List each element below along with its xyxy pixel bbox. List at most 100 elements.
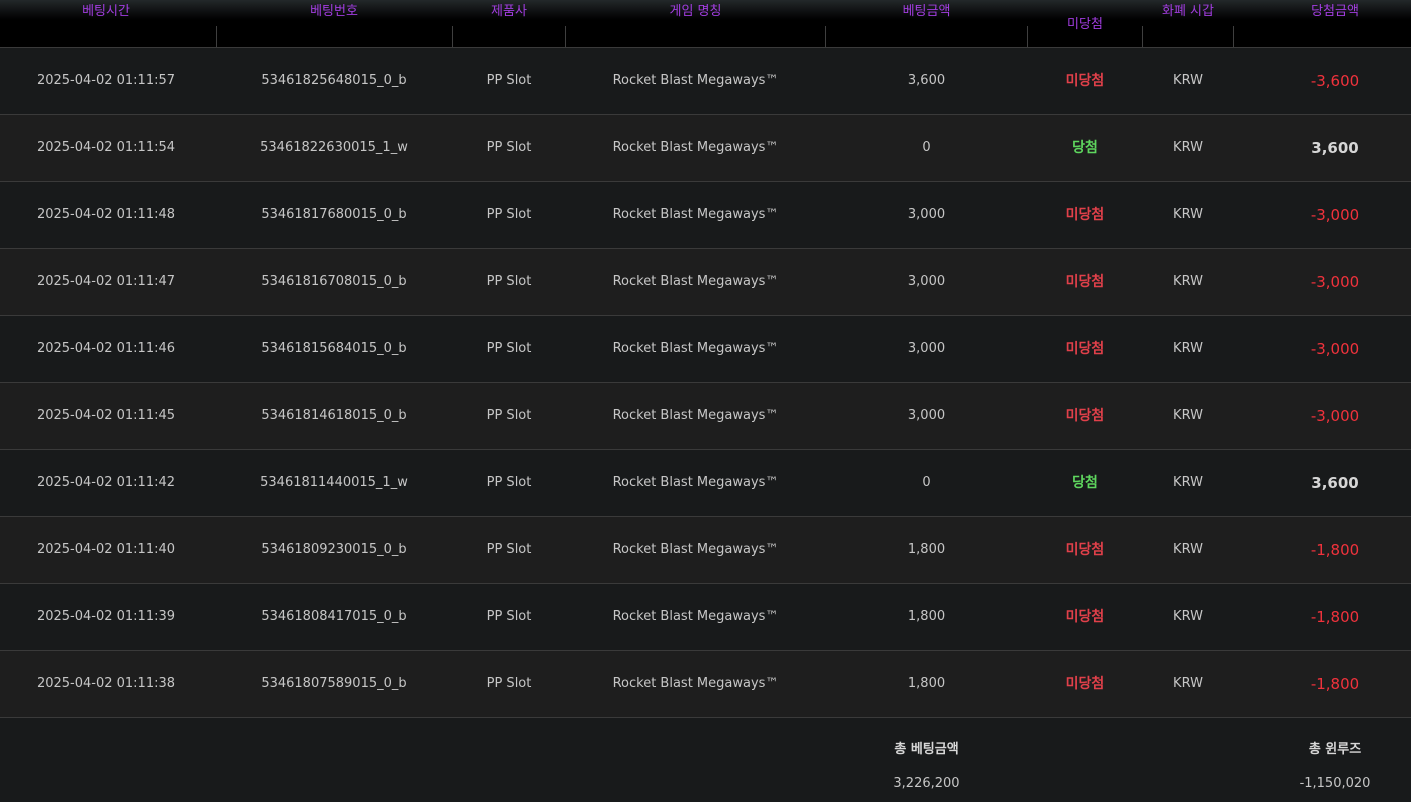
cell-provider: PP Slot	[486, 609, 532, 624]
table-row[interactable]: 2025-04-02 01:11:54 53461822630015_1_w P…	[0, 115, 1411, 182]
cell-game-name: Rocket Blast Megaways™	[612, 341, 779, 356]
cell-bet-amount: 1,800	[907, 676, 946, 691]
cell-bet-time: 2025-04-02 01:11:48	[36, 207, 176, 222]
cell-win-amount: -3,000	[1310, 340, 1360, 358]
total-bet-value: 3,226,200	[893, 776, 960, 791]
cell-bet-id: 53461817680015_0_b	[261, 207, 407, 222]
table-row[interactable]: 2025-04-02 01:11:47 53461816708015_0_b P…	[0, 249, 1411, 316]
header-bet-time[interactable]: 베팅시간	[0, 0, 212, 47]
cell-result: 미당첨	[1065, 542, 1105, 558]
cell-provider: PP Slot	[486, 274, 532, 289]
cell-bet-time: 2025-04-02 01:11:54	[36, 140, 176, 155]
cell-win-amount: 3,600	[1311, 474, 1359, 492]
header-currency[interactable]: 화폐 시갑	[1143, 0, 1233, 47]
header-bet-no-label: 베팅번호	[310, 4, 358, 19]
cell-win-amount: -3,600	[1310, 72, 1360, 90]
cell-bet-time: 2025-04-02 01:11:38	[36, 676, 176, 691]
cell-bet-time: 2025-04-02 01:11:39	[36, 609, 176, 624]
cell-result: 당첨	[1072, 140, 1098, 156]
cell-bet-amount: 1,800	[907, 542, 946, 557]
total-winloss-label: 총 윈루즈	[1308, 742, 1362, 757]
cell-provider: PP Slot	[486, 140, 532, 155]
cell-game-name: Rocket Blast Megaways™	[612, 73, 779, 88]
cell-bet-id: 53461825648015_0_b	[261, 73, 407, 88]
cell-bet-id: 53461815684015_0_b	[261, 341, 407, 356]
cell-currency: KRW	[1173, 274, 1203, 289]
cell-bet-id: 53461811440015_1_w	[260, 475, 408, 490]
cell-win-amount: -3,000	[1310, 273, 1360, 291]
cell-bet-amount: 1,800	[907, 609, 946, 624]
cell-win-amount: -1,800	[1310, 608, 1360, 626]
cell-result: 미당첨	[1065, 408, 1105, 424]
cell-bet-time: 2025-04-02 01:11:45	[36, 408, 176, 423]
cell-currency: KRW	[1173, 475, 1203, 490]
cell-win-amount: -3,000	[1310, 206, 1360, 224]
cell-provider: PP Slot	[486, 73, 532, 88]
header-provider[interactable]: 제품사	[453, 0, 565, 47]
cell-bet-time: 2025-04-02 01:11:40	[36, 542, 176, 557]
cell-currency: KRW	[1173, 408, 1203, 423]
table-row[interactable]: 2025-04-02 01:11:40 53461809230015_0_b P…	[0, 517, 1411, 584]
cell-result: 미당첨	[1065, 274, 1105, 290]
cell-result: 미당첨	[1065, 609, 1105, 625]
cell-bet-amount: 3,000	[907, 341, 946, 356]
cell-bet-time: 2025-04-02 01:11:57	[36, 73, 176, 88]
bet-history-table-body: 2025-04-02 01:11:57 53461825648015_0_b P…	[0, 48, 1411, 718]
cell-game-name: Rocket Blast Megaways™	[612, 140, 779, 155]
cell-win-amount: -1,800	[1310, 675, 1360, 693]
cell-result: 미당첨	[1065, 341, 1105, 357]
cell-currency: KRW	[1173, 73, 1203, 88]
cell-game-name: Rocket Blast Megaways™	[612, 609, 779, 624]
cell-currency: KRW	[1173, 609, 1203, 624]
cell-result: 미당첨	[1065, 207, 1105, 223]
cell-win-amount: -1,800	[1310, 541, 1360, 559]
cell-result: 미당첨	[1065, 73, 1105, 89]
header-game-name[interactable]: 게임 명칭	[566, 0, 825, 47]
cell-bet-amount: 3,000	[907, 408, 946, 423]
cell-bet-amount: 3,000	[907, 274, 946, 289]
cell-bet-time: 2025-04-02 01:11:42	[36, 475, 176, 490]
cell-currency: KRW	[1173, 341, 1203, 356]
table-row[interactable]: 2025-04-02 01:11:46 53461815684015_0_b P…	[0, 316, 1411, 383]
header-game-name-label: 게임 명칭	[669, 4, 722, 19]
table-row[interactable]: 2025-04-02 01:11:42 53461811440015_1_w P…	[0, 450, 1411, 517]
cell-bet-id: 53461807589015_0_b	[261, 676, 407, 691]
cell-currency: KRW	[1173, 542, 1203, 557]
header-bet-time-label: 베팅시간	[82, 4, 130, 19]
cell-currency: KRW	[1173, 207, 1203, 222]
cell-bet-id: 53461814618015_0_b	[261, 408, 407, 423]
totals-summary: 총 베팅금액 3,226,200 총 윈루즈 -1,150,020	[0, 718, 1411, 802]
header-result[interactable]: 미당첨	[1028, 0, 1142, 47]
cell-bet-id: 53461816708015_0_b	[261, 274, 407, 289]
header-win-amount[interactable]: 당첨금액	[1234, 0, 1411, 47]
cell-provider: PP Slot	[486, 542, 532, 557]
cell-currency: KRW	[1173, 140, 1203, 155]
table-row[interactable]: 2025-04-02 01:11:39 53461808417015_0_b P…	[0, 584, 1411, 651]
cell-bet-id: 53461808417015_0_b	[261, 609, 407, 624]
table-row[interactable]: 2025-04-02 01:11:48 53461817680015_0_b P…	[0, 182, 1411, 249]
cell-win-amount: 3,600	[1311, 139, 1359, 157]
cell-bet-id: 53461809230015_0_b	[261, 542, 407, 557]
cell-game-name: Rocket Blast Megaways™	[612, 676, 779, 691]
cell-result: 미당첨	[1065, 676, 1105, 692]
header-bet-amount[interactable]: 베팅금액	[826, 0, 1027, 47]
cell-bet-amount: 0	[922, 140, 931, 155]
cell-bet-amount: 3,000	[907, 207, 946, 222]
cell-provider: PP Slot	[486, 408, 532, 423]
cell-game-name: Rocket Blast Megaways™	[612, 542, 779, 557]
cell-provider: PP Slot	[486, 676, 532, 691]
cell-provider: PP Slot	[486, 341, 532, 356]
header-win-amount-label: 당첨금액	[1311, 4, 1359, 19]
header-bet-no[interactable]: 베팅번호	[216, 0, 452, 47]
cell-bet-amount: 3,600	[907, 73, 946, 88]
total-winloss-value: -1,150,020	[1299, 776, 1371, 791]
cell-result: 당첨	[1072, 475, 1098, 491]
table-row[interactable]: 2025-04-02 01:11:38 53461807589015_0_b P…	[0, 651, 1411, 718]
cell-bet-amount: 0	[922, 475, 931, 490]
cell-bet-time: 2025-04-02 01:11:46	[36, 341, 176, 356]
cell-provider: PP Slot	[486, 475, 532, 490]
table-row[interactable]: 2025-04-02 01:11:57 53461825648015_0_b P…	[0, 48, 1411, 115]
cell-bet-id: 53461822630015_1_w	[260, 140, 408, 155]
table-row[interactable]: 2025-04-02 01:11:45 53461814618015_0_b P…	[0, 383, 1411, 450]
cell-game-name: Rocket Blast Megaways™	[612, 408, 779, 423]
